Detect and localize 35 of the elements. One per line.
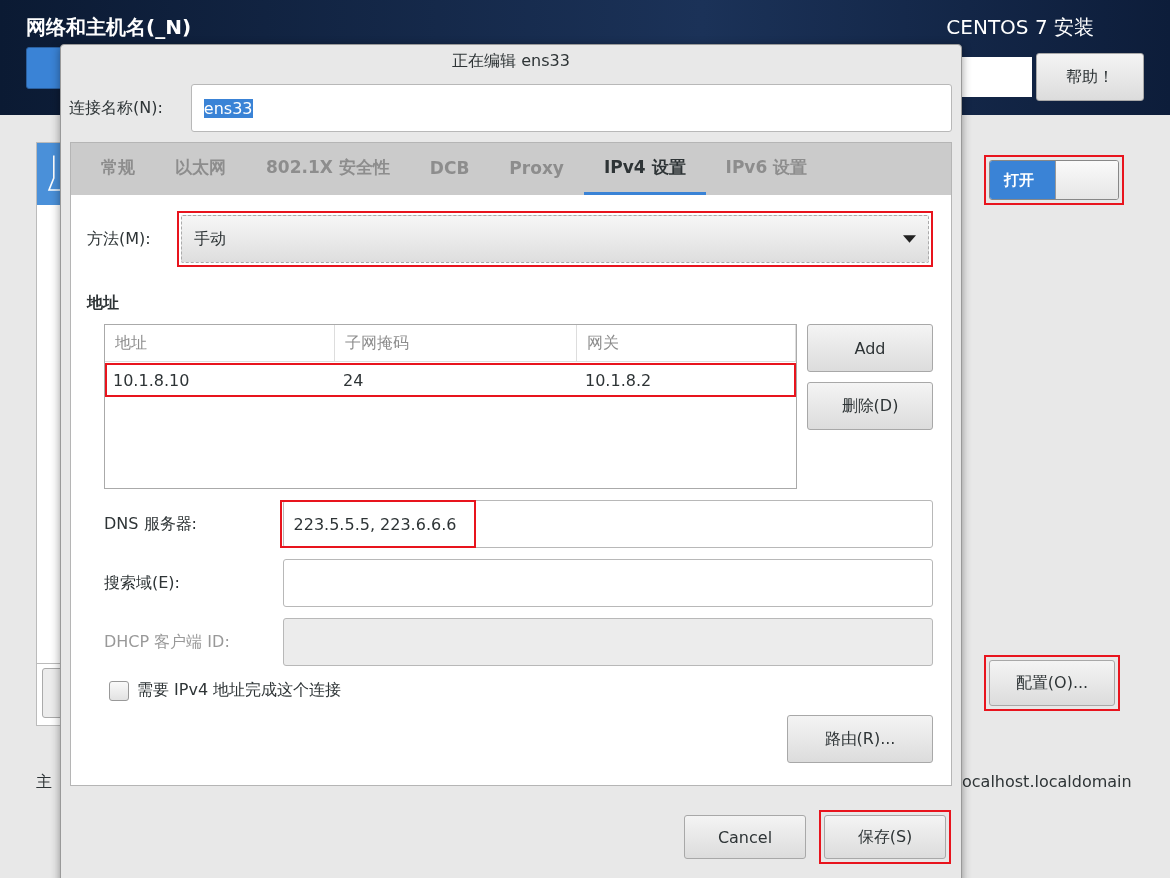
field-label: DNS 服务器: bbox=[104, 513, 198, 535]
hostname-value: ocalhost.localdomain bbox=[962, 772, 1132, 791]
column-header: 网关 bbox=[577, 325, 796, 361]
checkbox[interactable] bbox=[109, 680, 129, 701]
page-title: 网络和主机名(_N) bbox=[26, 14, 192, 41]
cancel-button[interactable]: Cancel bbox=[684, 815, 806, 859]
input-field[interactable]: 223.5.5.5, 223.6.6.6 bbox=[282, 500, 933, 548]
caret-icon bbox=[903, 235, 916, 243]
column-header: 地址 bbox=[105, 325, 335, 361]
delete-button[interactable]: 删除(D) bbox=[807, 382, 933, 430]
table-cell-text: 24 bbox=[342, 369, 365, 392]
add-button[interactable]: Add bbox=[807, 324, 933, 372]
field-label: 搜索域(E): bbox=[104, 572, 181, 594]
input-field[interactable] bbox=[282, 559, 933, 607]
tab[interactable]: IPv4 设置 bbox=[583, 143, 706, 195]
method-label: 方法(M): bbox=[87, 228, 151, 250]
hostname-label: 主 bbox=[36, 772, 52, 793]
connection-name-label: 连接名称(N): bbox=[69, 97, 163, 119]
table-cell-text: 10.1.8.2 bbox=[584, 369, 653, 392]
field-label: DHCP 客户端 ID: bbox=[104, 631, 231, 653]
save-button[interactable]: 保存(S) bbox=[824, 815, 946, 859]
method-dropdown[interactable]: 手动 bbox=[180, 215, 929, 263]
section-heading: 地址 bbox=[87, 293, 120, 314]
dialog-title: 正在编辑 ens33 bbox=[451, 50, 571, 72]
routes-button[interactable]: 路由(R)... bbox=[787, 715, 933, 763]
toggle-switch[interactable]: 打开 bbox=[989, 160, 1119, 200]
configure-button[interactable]: 配置(O)... bbox=[989, 660, 1115, 706]
product-title: CENTOS 7 安装 bbox=[946, 14, 1094, 41]
input-field[interactable] bbox=[282, 618, 933, 666]
checkbox-label: 需要 IPv4 地址完成这个连接 bbox=[137, 680, 342, 701]
table-cell-text: 10.1.8.10 bbox=[112, 369, 191, 392]
help-button[interactable]: 帮助！ bbox=[1036, 53, 1144, 101]
column-header: 子网掩码 bbox=[335, 325, 577, 361]
keyboard-field[interactable] bbox=[960, 57, 1032, 97]
connection-name-field[interactable]: ens33 bbox=[190, 84, 952, 132]
